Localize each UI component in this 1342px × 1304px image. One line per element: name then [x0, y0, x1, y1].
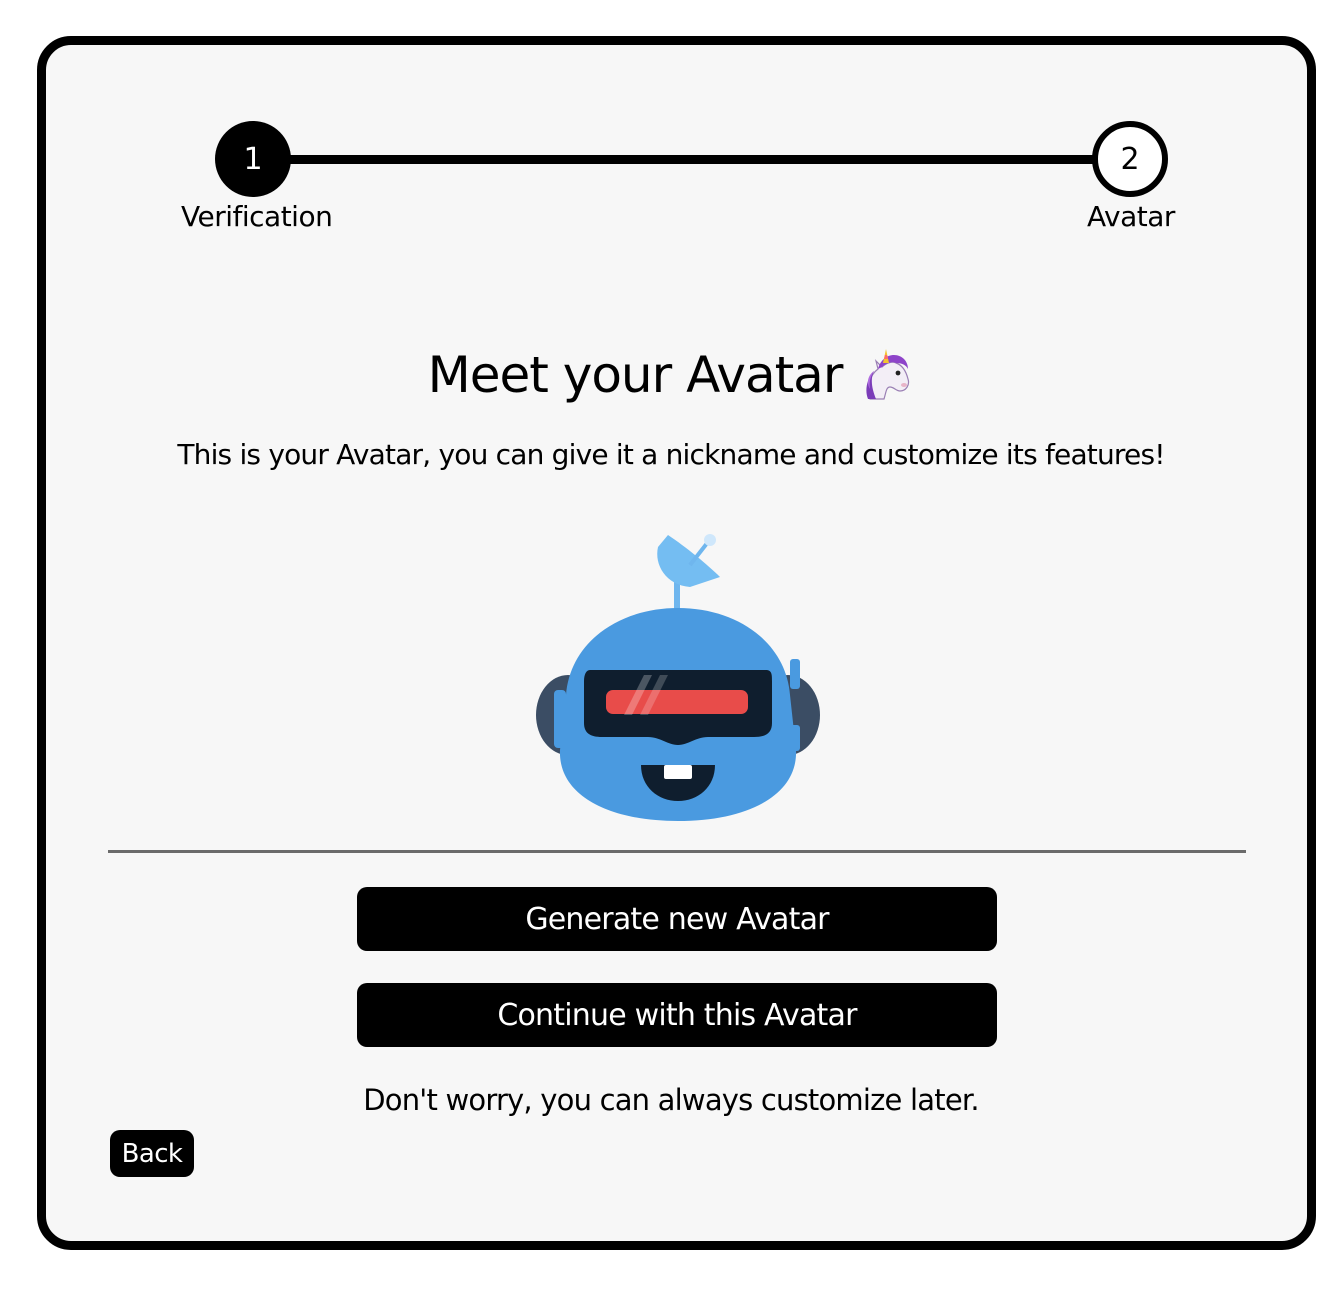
step-1-label: Verification	[181, 200, 333, 233]
robot-avatar-icon	[536, 534, 820, 821]
back-button-label: Back	[121, 1138, 183, 1169]
page-subtitle: This is your Avatar, you can give it a n…	[177, 438, 1165, 471]
page-title-text: Meet your Avatar	[427, 346, 844, 404]
continue-avatar-button-label: Continue with this Avatar	[497, 997, 857, 1033]
step-1-indicator: 1	[215, 121, 291, 197]
step-2-number: 2	[1120, 141, 1140, 177]
back-button[interactable]: Back	[110, 1130, 194, 1177]
section-divider	[108, 850, 1246, 853]
step-2-label: Avatar	[1087, 200, 1175, 233]
continue-avatar-button[interactable]: Continue with this Avatar	[357, 983, 997, 1047]
page-title: Meet your Avatar	[0, 346, 1342, 404]
generate-avatar-button-label: Generate new Avatar	[525, 901, 829, 937]
customize-later-note: Don't worry, you can always customize la…	[363, 1083, 979, 1117]
stepper-progress-line	[253, 155, 1130, 164]
unicorn-icon	[866, 349, 910, 400]
step-2-indicator: 2	[1092, 121, 1168, 197]
step-1-number: 1	[243, 141, 263, 177]
generate-avatar-button[interactable]: Generate new Avatar	[357, 887, 997, 951]
